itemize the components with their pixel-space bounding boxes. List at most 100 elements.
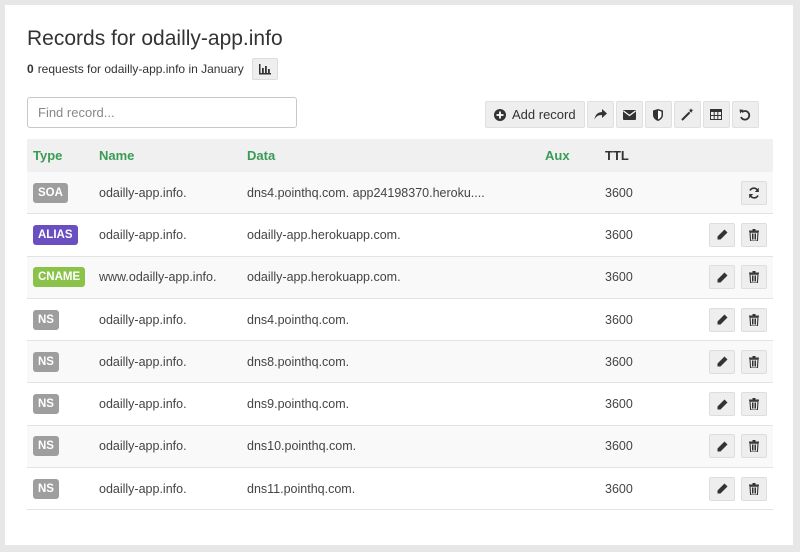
plus-circle-icon — [494, 108, 506, 121]
find-record-input[interactable] — [27, 97, 297, 128]
trash-icon — [749, 313, 759, 326]
envelope-icon — [622, 109, 636, 120]
trash-icon — [749, 440, 759, 453]
record-data: dns9.pointhq.com. — [247, 397, 350, 412]
edit-button[interactable] — [709, 476, 735, 501]
share-icon — [594, 109, 607, 120]
delete-button[interactable] — [741, 349, 767, 374]
record-ttl: 3600 — [605, 227, 633, 242]
table-view-button[interactable] — [702, 101, 730, 128]
refresh-button[interactable] — [741, 180, 767, 205]
record-name: odailly-app.info. — [99, 185, 187, 200]
edit-button[interactable] — [709, 222, 735, 247]
pencil-icon — [717, 314, 727, 325]
record-name: odailly-app.info. — [99, 354, 187, 369]
page-title: Records for odailly-app.info — [27, 27, 283, 50]
record-name: www.odailly-app.info. — [99, 270, 217, 285]
trash-icon — [749, 228, 759, 241]
records-panel: Records for odailly-app.info 0 requests … — [5, 5, 793, 545]
edit-button[interactable] — [709, 349, 735, 374]
record-data: odailly-app.herokuapp.com. — [247, 227, 401, 242]
undo-icon — [739, 109, 751, 121]
delete-button[interactable] — [741, 222, 767, 247]
share-button[interactable] — [586, 101, 614, 128]
edit-button[interactable] — [709, 392, 735, 417]
record-ttl: 3600 — [605, 354, 633, 369]
table-row[interactable]: NS odailly-app.info. dns9.pointhq.com. 3… — [27, 383, 773, 426]
trash-icon — [749, 271, 759, 284]
record-data: dns4.pointhq.com. app24198370.heroku.... — [247, 185, 485, 200]
delete-button[interactable] — [741, 307, 767, 332]
table-row[interactable]: CNAME www.odailly-app.info. odailly-app.… — [27, 256, 773, 299]
record-ttl: 3600 — [605, 397, 633, 412]
table-row[interactable]: SOA odailly-app.info. dns4.pointhq.com. … — [27, 172, 773, 215]
refresh-icon — [749, 187, 759, 199]
record-name: odailly-app.info. — [99, 312, 187, 327]
trash-icon — [749, 355, 759, 368]
record-type-badge: SOA — [33, 182, 68, 203]
pencil-icon — [717, 399, 727, 410]
header-aux[interactable]: Aux — [545, 148, 605, 163]
magic-wand-icon — [680, 108, 694, 121]
pencil-icon — [717, 441, 727, 452]
edit-button[interactable] — [709, 307, 735, 332]
trash-icon — [749, 398, 759, 411]
record-type-badge: NS — [33, 309, 59, 330]
delete-button[interactable] — [741, 392, 767, 417]
email-button[interactable] — [615, 101, 643, 128]
request-text: requests for odailly-app.info in January — [37, 62, 244, 76]
record-type-badge: NS — [33, 351, 59, 372]
record-type-badge: NS — [33, 394, 59, 415]
undo-button[interactable] — [731, 101, 759, 128]
table-row[interactable]: NS odailly-app.info. dns10.pointhq.com. … — [27, 425, 773, 469]
record-name: odailly-app.info. — [99, 481, 187, 496]
table-row[interactable]: NS odailly-app.info. dns11.pointhq.com. … — [27, 468, 773, 511]
pencil-icon — [717, 356, 727, 367]
record-ttl: 3600 — [605, 312, 633, 327]
record-data: odailly-app.herokuapp.com. — [247, 270, 401, 285]
record-type-badge: NS — [33, 436, 59, 457]
header-data[interactable]: Data — [247, 148, 545, 163]
record-ttl: 3600 — [605, 185, 633, 200]
shield-icon — [653, 108, 664, 121]
record-type-badge: CNAME — [33, 267, 86, 288]
records-table: Type Name Data Aux TTL SOA odailly-app.i… — [27, 139, 773, 511]
pencil-icon — [717, 229, 727, 240]
delete-button[interactable] — [741, 434, 767, 459]
record-data: dns10.pointhq.com. — [247, 439, 357, 454]
request-count: 0 — [27, 62, 34, 76]
record-data: dns8.pointhq.com. — [247, 354, 350, 369]
pencil-icon — [717, 483, 727, 494]
trash-icon — [749, 482, 759, 495]
add-record-label: Add record — [512, 107, 576, 122]
edit-button[interactable] — [709, 265, 735, 290]
table-row[interactable]: NS odailly-app.info. dns8.pointhq.com. 3… — [27, 341, 773, 384]
record-name: odailly-app.info. — [99, 397, 187, 412]
stats-button[interactable] — [251, 58, 278, 80]
bar-chart-icon — [258, 64, 271, 75]
record-ttl: 3600 — [605, 439, 633, 454]
record-ttl: 3600 — [605, 481, 633, 496]
header-name[interactable]: Name — [99, 148, 247, 163]
header-type[interactable]: Type — [27, 148, 99, 163]
table-icon — [710, 109, 723, 120]
shield-button[interactable] — [644, 101, 672, 128]
record-ttl: 3600 — [605, 270, 633, 285]
add-record-button[interactable]: Add record — [485, 101, 585, 128]
magic-wand-button[interactable] — [673, 101, 701, 128]
record-data: dns11.pointhq.com. — [247, 481, 356, 496]
pencil-icon — [717, 272, 727, 283]
edit-button[interactable] — [709, 434, 735, 459]
header-ttl[interactable]: TTL — [605, 148, 695, 163]
record-data: dns4.pointhq.com. — [247, 312, 350, 327]
record-type-badge: NS — [33, 478, 59, 499]
record-name: odailly-app.info. — [99, 227, 187, 242]
delete-button[interactable] — [741, 476, 767, 501]
record-type-badge: ALIAS — [33, 224, 78, 245]
table-row[interactable]: ALIAS odailly-app.info. odailly-app.hero… — [27, 214, 773, 257]
request-summary: 0 requests for odailly-app.info in Janua… — [27, 58, 278, 80]
record-name: odailly-app.info. — [99, 439, 187, 454]
delete-button[interactable] — [741, 265, 767, 290]
table-header: Type Name Data Aux TTL — [27, 139, 773, 172]
table-row[interactable]: NS odailly-app.info. dns4.pointhq.com. 3… — [27, 299, 773, 342]
